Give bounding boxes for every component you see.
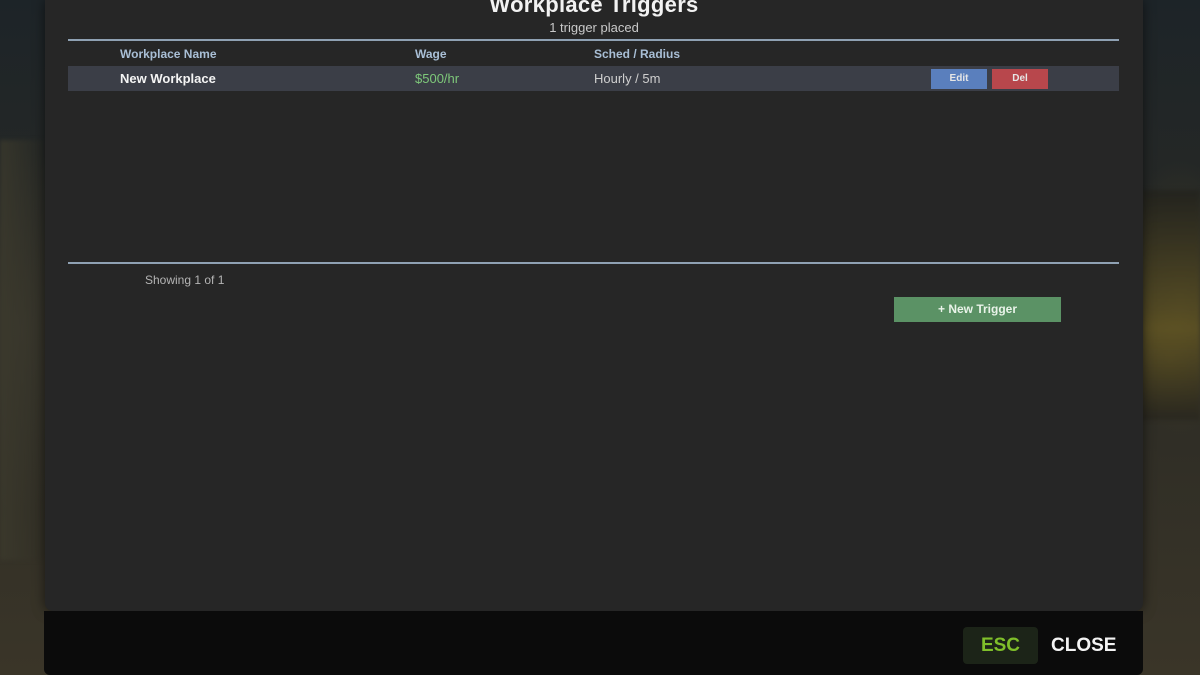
workplace-name-cell: New Workplace	[120, 71, 216, 86]
new-trigger-button[interactable]: + New Trigger	[894, 297, 1061, 322]
column-header-workplace-name: Workplace Name	[120, 47, 217, 61]
table-header-divider	[68, 39, 1119, 41]
close-button[interactable]: CLOSE	[1051, 627, 1116, 664]
pagination-status: Showing 1 of 1	[145, 273, 225, 287]
delete-button[interactable]: Del	[992, 69, 1048, 89]
table-row[interactable]: New Workplace $500/hr Hourly / 5m Edit D…	[68, 66, 1119, 91]
column-header-sched-radius: Sched / Radius	[594, 47, 681, 61]
dialog-subtitle: 1 trigger placed	[549, 20, 639, 35]
esc-key-hint[interactable]: ESC	[963, 627, 1038, 664]
background-vehicle	[1142, 190, 1200, 420]
dialog-title: Workplace Triggers	[489, 0, 699, 17]
workplace-triggers-dialog: Workplace Triggers 1 trigger placed Work…	[45, 0, 1143, 611]
column-header-wage: Wage	[415, 47, 447, 61]
table-footer-divider	[68, 262, 1119, 264]
footer-bar: ESC CLOSE	[44, 611, 1143, 675]
edit-button[interactable]: Edit	[931, 69, 987, 89]
wage-cell: $500/hr	[415, 71, 460, 86]
sched-radius-cell: Hourly / 5m	[594, 71, 661, 86]
background-tree	[0, 140, 46, 560]
